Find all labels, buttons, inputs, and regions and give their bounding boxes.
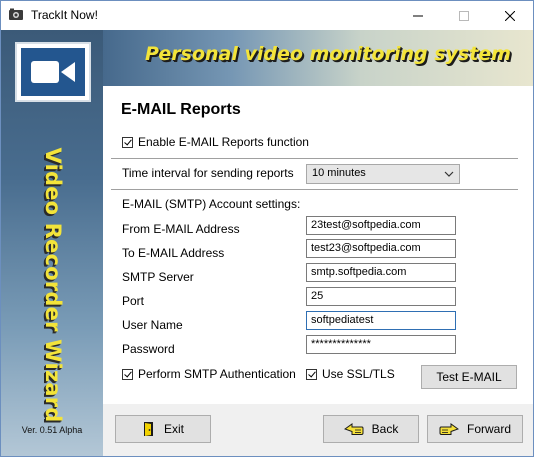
page-title: E-MAIL Reports — [121, 101, 241, 118]
window-title: TrackIt Now! — [31, 8, 98, 22]
smtp-auth-checkbox[interactable]: Perform SMTP Authentication — [122, 366, 296, 382]
interval-label: Time interval for sending reports — [122, 166, 294, 180]
email-reports-panel: E-MAIL Reports Enable E-MAIL Reports fun… — [103, 86, 533, 404]
forward-button[interactable]: Forward — [427, 415, 523, 443]
to-email-field[interactable]: test23@softpedia.com — [306, 239, 456, 258]
smtp-server-field[interactable]: smtp.softpedia.com — [306, 263, 456, 282]
enable-reports-label: Enable E-MAIL Reports function — [138, 135, 309, 149]
from-email-field[interactable]: 23test@softpedia.com — [306, 216, 456, 235]
video-camera-icon — [31, 61, 75, 83]
divider — [111, 158, 518, 159]
interval-dropdown[interactable]: 10 minutes — [306, 164, 460, 184]
maximize-icon — [459, 10, 469, 21]
interval-value: 10 minutes — [312, 167, 366, 179]
port-field[interactable]: 25 — [306, 287, 456, 306]
password-label: Password — [122, 342, 175, 356]
to-email-label: To E-MAIL Address — [122, 246, 225, 260]
chevron-down-icon — [444, 171, 454, 177]
version-label: Ver. 0.51 Alpha — [21, 425, 83, 435]
video-camera-logo — [15, 42, 91, 102]
test-email-button[interactable]: Test E-MAIL — [421, 365, 517, 389]
wizard-side-banner: Video Recorder Wizard Ver. 0.51 Alpha — [1, 30, 103, 456]
exit-button[interactable]: Exit — [115, 415, 211, 443]
user-name-field[interactable]: softpediatest — [306, 311, 456, 330]
back-button[interactable]: Back — [323, 415, 419, 443]
minimize-icon — [413, 15, 423, 16]
main-window: TrackIt Now! Video Recorder Wizard Ver. … — [0, 0, 534, 457]
back-hand-icon — [343, 423, 364, 435]
wizard-vertical-title: Video Recorder Wizard — [41, 147, 65, 423]
user-name-label: User Name — [122, 318, 183, 332]
enable-reports-checkbox[interactable]: Enable E-MAIL Reports function — [122, 134, 309, 150]
checkbox-checked-icon — [122, 368, 133, 380]
password-field[interactable]: ************** — [306, 335, 456, 354]
header-title: Personal video monitoring system — [145, 43, 511, 65]
maximize-button[interactable] — [441, 1, 487, 30]
smtp-section-label: E-MAIL (SMTP) Account settings: — [122, 197, 301, 211]
exit-door-icon — [143, 422, 153, 436]
smtp-server-label: SMTP Server — [122, 270, 194, 284]
checkbox-checked-icon — [306, 368, 317, 380]
ssl-tls-checkbox[interactable]: Use SSL/TLS — [306, 366, 395, 382]
from-email-label: From E-MAIL Address — [122, 222, 240, 236]
forward-hand-icon — [439, 423, 459, 435]
exit-label: Exit — [163, 422, 184, 436]
header-banner: Personal video monitoring system — [103, 30, 533, 86]
back-label: Back — [371, 422, 399, 436]
minimize-button[interactable] — [395, 1, 441, 30]
divider — [111, 189, 518, 190]
port-label: Port — [122, 294, 145, 308]
title-bar[interactable]: TrackIt Now! — [1, 1, 533, 30]
smtp-auth-label: Perform SMTP Authentication — [138, 367, 296, 381]
checkbox-checked-icon — [122, 136, 133, 148]
close-icon — [505, 10, 515, 21]
forward-label: Forward — [466, 422, 511, 436]
app-camera-icon — [9, 8, 23, 20]
ssl-tls-label: Use SSL/TLS — [322, 367, 395, 381]
close-button[interactable] — [487, 1, 533, 30]
